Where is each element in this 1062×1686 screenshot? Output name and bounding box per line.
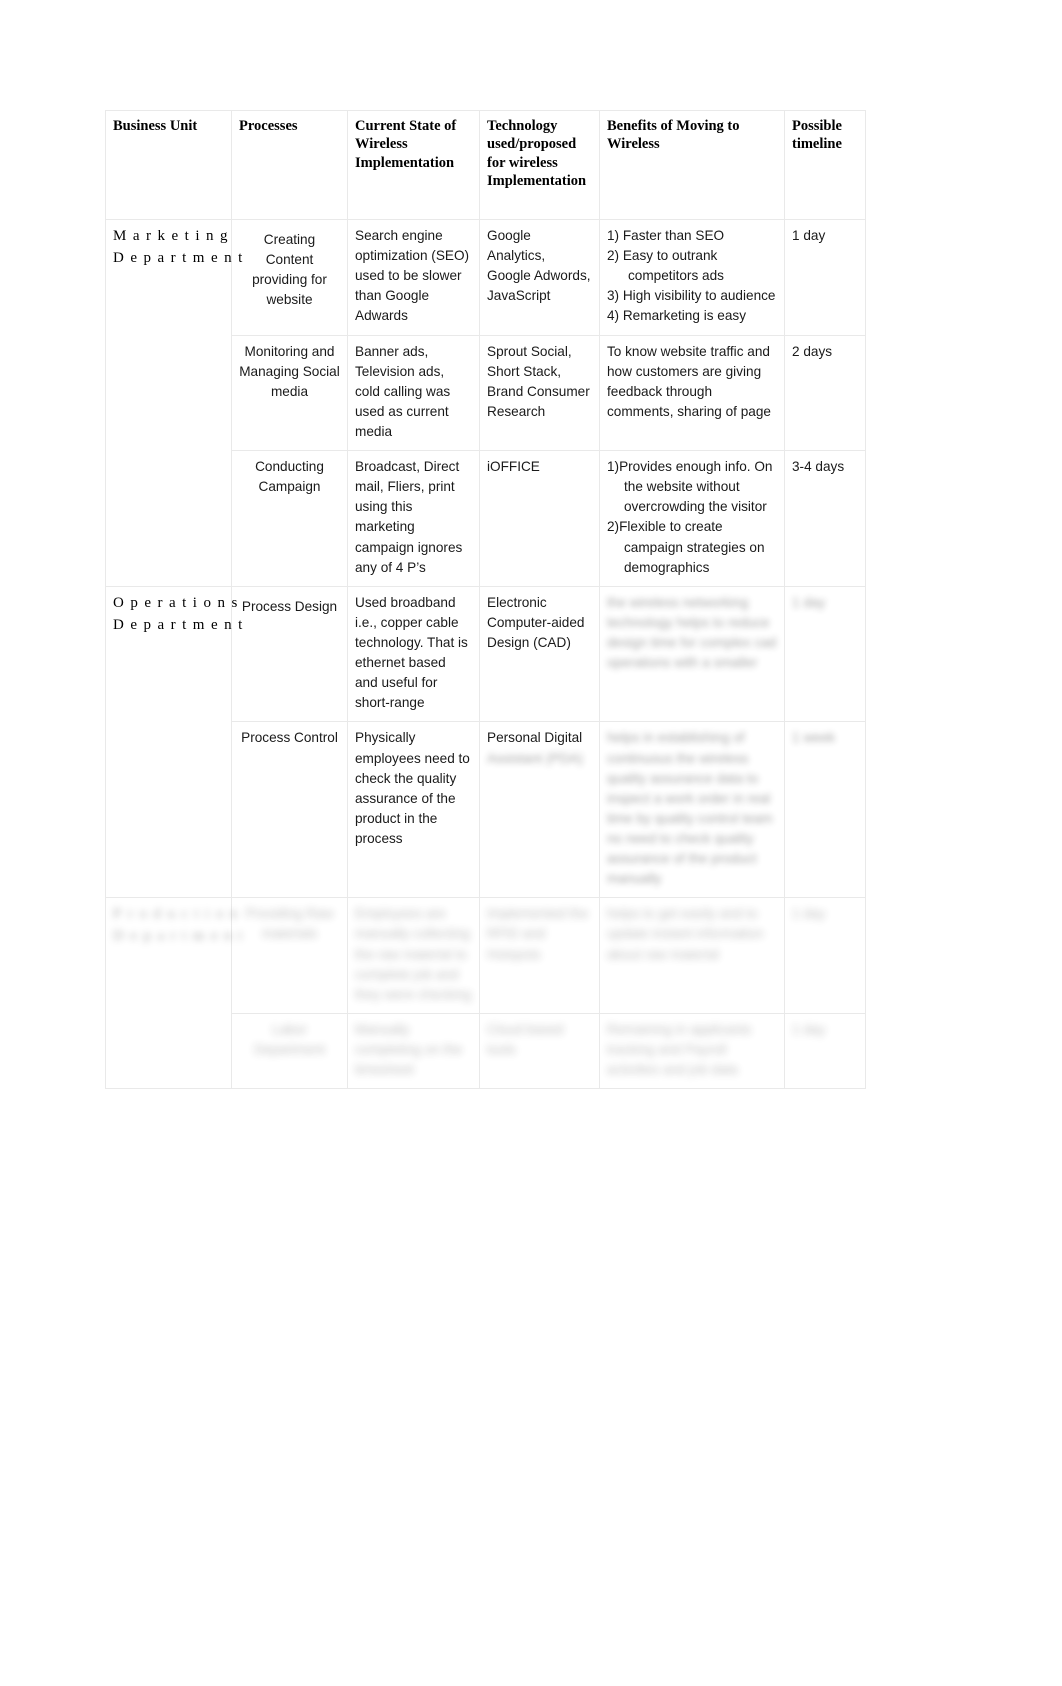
process-label: Process Design: [231, 585, 348, 723]
process-illegible-text: Providing Raw materials: [245, 906, 334, 942]
timeline-cell: 1 day: [784, 897, 866, 1014]
technology-text: Electronic Computer-aided Design (CAD): [479, 585, 600, 723]
technology-text: iOFFICE: [479, 450, 600, 587]
column-header-technology: Technology used/proposed for wireless Im…: [479, 110, 600, 220]
technology-text: Personal Digital: [487, 730, 583, 746]
technology-illegible-text: Assistant (PDA): [487, 750, 583, 766]
business-unit-illegible-text: Production Department: [113, 906, 249, 945]
document-page: Business Unit Processes Current State of…: [0, 0, 1062, 1686]
benefits-illegible-text: the wireless networking technology helps…: [607, 594, 777, 671]
column-header-processes: Processes: [231, 110, 348, 220]
benefits-list: To know website traffic and how customer…: [607, 342, 777, 422]
table-body: Marketing Department Creating Content pr…: [105, 219, 866, 1090]
benefits-cell: 1) Faster than SEO 2) Easy to outrank co…: [599, 219, 785, 336]
benefits-cell: To know website traffic and how customer…: [599, 334, 785, 452]
benefits-cell: 1)Provides enough info. On the website w…: [599, 450, 785, 587]
timeline-cell: 1 day: [784, 585, 866, 723]
process-cell: Providing Raw materials: [231, 897, 348, 1014]
benefit-item: 2)Flexible to create campaign strategies…: [607, 519, 765, 575]
benefit-item: 1) Faster than SEO: [607, 228, 725, 243]
current-state-cell: Employees are manually collecting the ra…: [347, 897, 480, 1014]
technology-illegible-text: Cloud based tools: [487, 1021, 564, 1057]
table-row: Operations Department Process Design Use…: [105, 585, 866, 899]
header-row: Business Unit Processes Current State of…: [105, 110, 866, 220]
table-header: Business Unit Processes Current State of…: [105, 110, 866, 220]
process-label: Creating Content providing for website: [231, 219, 348, 336]
timeline-text: 1 day: [784, 219, 866, 336]
business-unit-marketing: Marketing Department: [105, 219, 242, 587]
current-state-text: Search engine optimization (SEO) used to…: [347, 219, 480, 336]
timeline-cell: 1 week: [784, 721, 866, 899]
technology-text: Sprout Social, Short Stack, Brand Consum…: [479, 334, 600, 452]
benefit-item: 1)Provides enough info. On the website w…: [607, 459, 773, 515]
table-row: Production Department Providing Raw mate…: [105, 897, 866, 1090]
timeline-cell: 1 day: [784, 1012, 866, 1090]
benefits-illegible-text: Remaining in applicants tracking and Pay…: [607, 1021, 752, 1078]
timeline-illegible-text: 1 day: [792, 906, 826, 922]
column-header-timeline: Possible timeline: [784, 110, 866, 220]
process-label: Monitoring and Managing Social media: [231, 334, 348, 452]
benefit-item: 4) Remarketing is easy: [607, 308, 747, 324]
current-state-text: Broadcast, Direct mail, Fliers, print us…: [347, 450, 480, 587]
timeline-illegible-text: 1 day: [792, 594, 826, 610]
benefit-item: 2) Easy to outrank competitors ads: [607, 248, 724, 284]
benefits-cell: helps in establishing of continuous the …: [599, 721, 785, 899]
current-state-text: Banner ads, Television ads, cold calling…: [347, 334, 480, 452]
technology-cell: Personal Digital Assistant (PDA): [479, 721, 600, 899]
table-container: Business Unit Processes Current State of…: [105, 110, 866, 1090]
current-state-text: Physically employees need to check the q…: [347, 721, 480, 899]
process-illegible-text: Labor Department: [253, 1021, 326, 1057]
column-header-benefits: Benefits of Moving to Wireless: [599, 110, 785, 220]
technology-cell: Cloud based tools: [479, 1012, 600, 1090]
wireless-implementation-table: Business Unit Processes Current State of…: [105, 110, 866, 1090]
column-header-business-unit: Business Unit: [105, 110, 232, 220]
timeline-illegible-text: 1 day: [792, 1021, 826, 1037]
benefits-cell: helps to get easily and to update instan…: [599, 897, 785, 1014]
benefits-illegible-text: helps to get easily and to update instan…: [607, 906, 764, 962]
timeline-text: 3-4 days: [784, 450, 866, 587]
timeline-text: 2 days: [784, 334, 866, 452]
benefits-list: 1)Provides enough info. On the website w…: [607, 457, 777, 578]
business-unit-illegible: Production Department: [105, 897, 242, 1090]
process-label: Process Control: [231, 721, 348, 899]
technology-illegible-text: Implemented the RFID and Hotspots: [487, 906, 589, 962]
technology-text: Google Analytics, Google Adwords, JavaSc…: [479, 219, 600, 336]
technology-cell: Implemented the RFID and Hotspots: [479, 897, 600, 1014]
process-label: Conducting Campaign: [231, 450, 348, 587]
column-header-current-state: Current State of Wireless Implementation: [347, 110, 480, 220]
timeline-illegible-text: 1 week: [792, 730, 836, 746]
benefits-illegible-text: helps in establishing of continuous the …: [607, 730, 773, 887]
benefit-item: 3) High visibility to audience: [607, 288, 776, 304]
benefits-cell: Remaining in applicants tracking and Pay…: [599, 1012, 785, 1090]
table-row: Marketing Department Creating Content pr…: [105, 219, 866, 587]
current-state-illegible-text: Employees are manually collecting the ra…: [355, 906, 472, 1002]
benefits-cell: the wireless networking technology helps…: [599, 585, 785, 723]
current-state-text: Used broadband i.e., copper cable techno…: [347, 585, 480, 723]
benefit-item: To know website traffic and how customer…: [607, 343, 771, 419]
benefits-list: 1) Faster than SEO 2) Easy to outrank co…: [607, 226, 777, 327]
current-state-cell: Manually completing on the timesheet: [347, 1012, 480, 1090]
business-unit-operations: Operations Department: [105, 585, 242, 899]
current-state-illegible-text: Manually completing on the timesheet: [355, 1021, 463, 1078]
process-cell: Labor Department: [231, 1012, 348, 1090]
